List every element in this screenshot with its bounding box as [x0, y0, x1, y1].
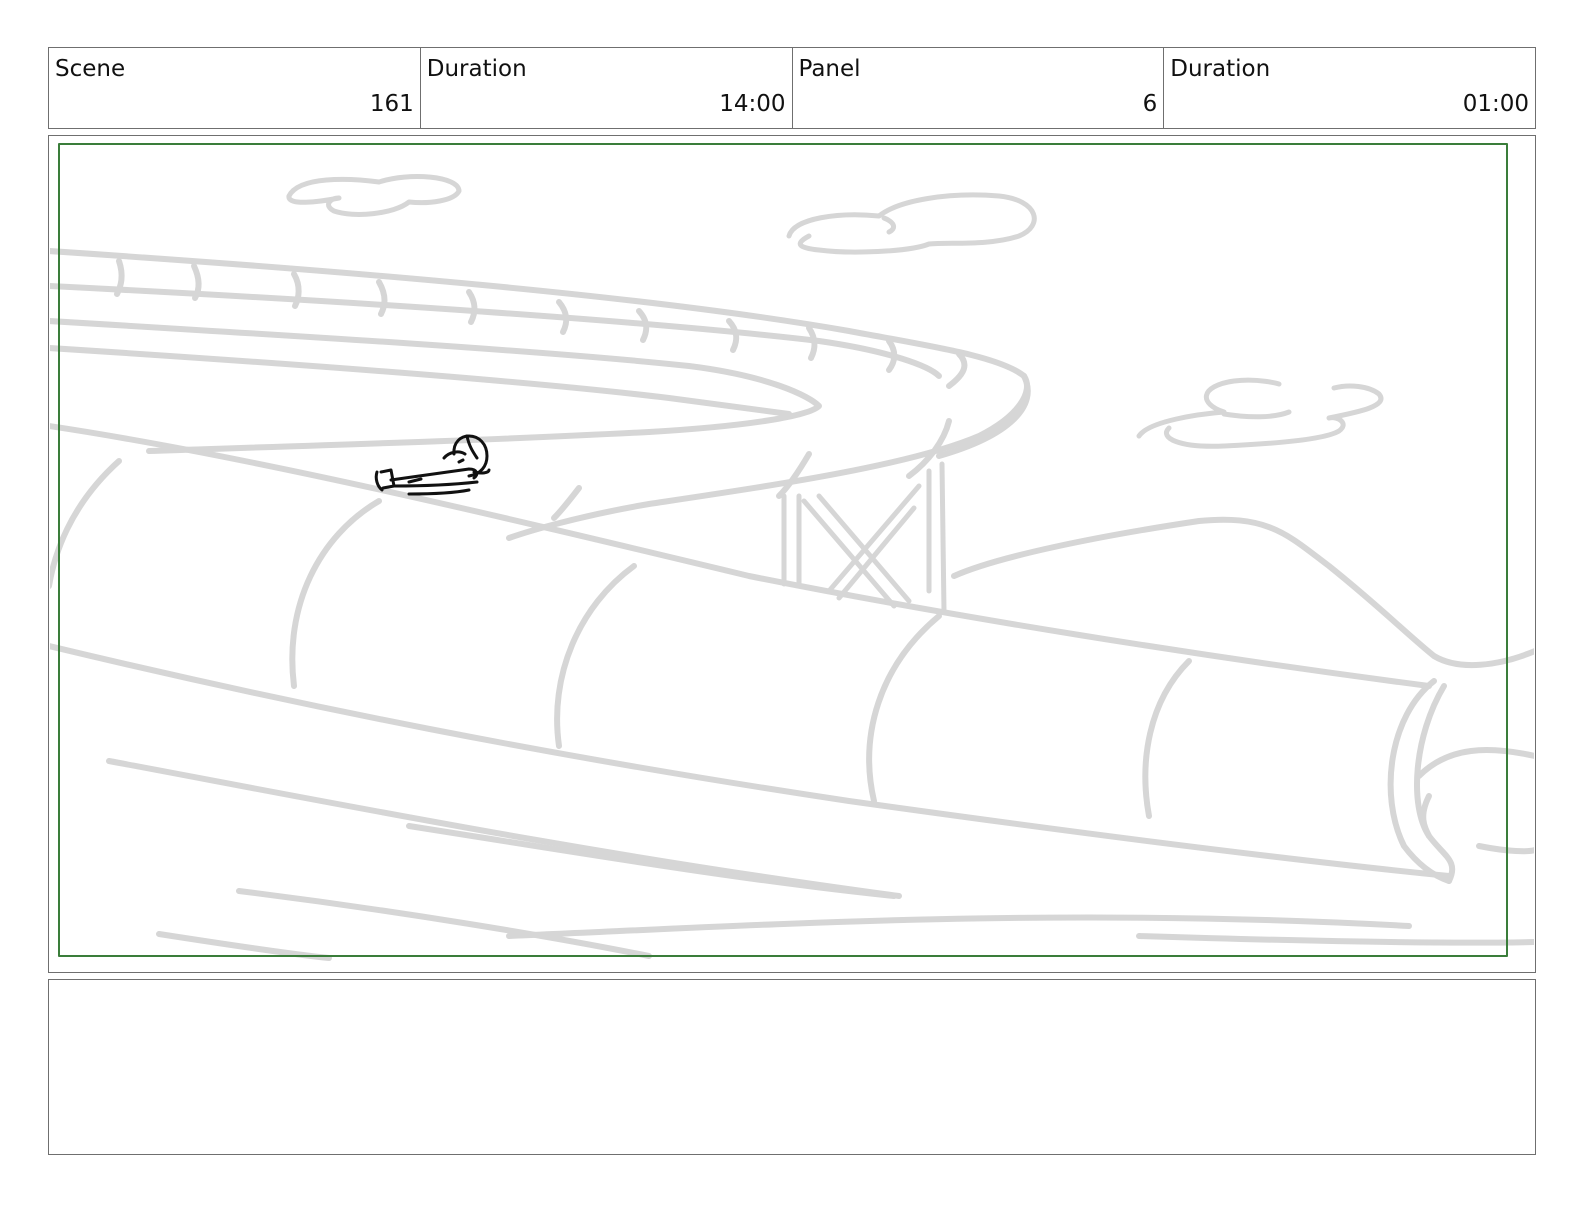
panel-duration-label: Duration [1170, 56, 1271, 82]
scene-label: Scene [55, 56, 126, 82]
pipe-track-sketch [50, 423, 1534, 961]
scene-duration-value: 14:00 [719, 91, 786, 117]
track-sketch-far [50, 248, 1031, 541]
panel-info-header: Scene 161 Duration 14:00 Panel 6 Duratio… [48, 47, 1536, 129]
scene-number: 161 [369, 91, 414, 117]
cloud-sketch-right [1136, 377, 1384, 449]
scene-duration-cell: Duration 14:00 [421, 48, 793, 128]
panel-label: Panel [798, 56, 861, 82]
panel-notes-area[interactable] [48, 979, 1536, 1155]
panel-number: 6 [1142, 91, 1158, 117]
scene-cell: Scene 161 [49, 48, 421, 128]
storyboard-panel [48, 135, 1536, 973]
scene-duration-label: Duration [426, 56, 527, 82]
panel-cell: Panel 6 [793, 48, 1165, 128]
panel-drawing [50, 143, 1534, 961]
panel-duration-cell: Duration 01:00 [1164, 48, 1535, 128]
cloud-sketch-center [786, 192, 1037, 255]
cloud-sketch-left [286, 174, 462, 217]
panel-duration-value: 01:00 [1462, 91, 1529, 117]
